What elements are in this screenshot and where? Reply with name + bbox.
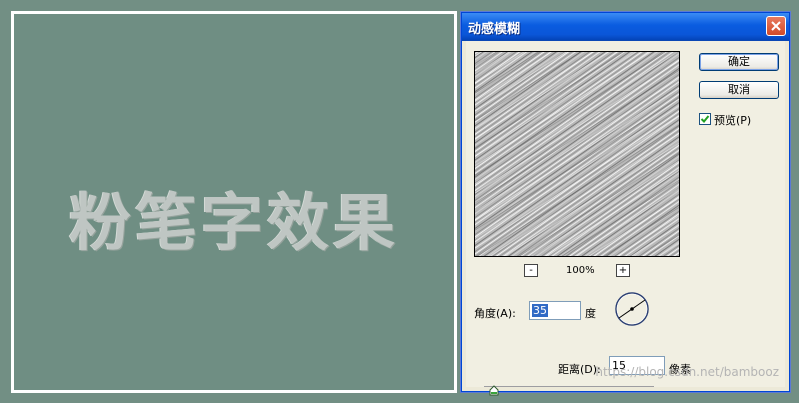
motion-blur-dialog: 动感模糊 - 100% + 确定 取消 预览(P) 角度(A): 35 度 距离…	[461, 12, 790, 396]
zoom-in-button[interactable]: +	[616, 264, 630, 277]
chalk-text: 粉笔字效果	[68, 186, 399, 259]
preview-pane[interactable]	[474, 51, 680, 257]
dialog-title: 动感模糊	[468, 22, 521, 37]
angle-unit: 度	[585, 307, 596, 320]
preview-checkbox-label: 预览(P)	[714, 114, 752, 127]
cancel-button[interactable]: 取消	[699, 81, 779, 99]
zoom-out-button[interactable]: -	[524, 264, 538, 277]
zoom-controls: - 100% +	[524, 264, 634, 280]
distance-slider-track[interactable]	[484, 386, 654, 387]
zoom-level: 100%	[566, 265, 595, 276]
checkmark-icon	[700, 115, 710, 123]
dialog-titlebar[interactable]: 动感模糊	[462, 13, 789, 41]
document-canvas: 粉笔字效果	[11, 11, 457, 393]
close-icon	[771, 21, 781, 31]
slider-thumb-icon	[489, 385, 499, 396]
ok-button[interactable]: 确定	[699, 53, 779, 71]
distance-label: 距离(D):	[558, 363, 601, 376]
angle-label: 角度(A):	[474, 307, 516, 320]
angle-input[interactable]: 35	[529, 301, 581, 320]
close-button[interactable]	[766, 16, 786, 36]
preview-checkbox[interactable]	[699, 113, 711, 125]
angle-dial[interactable]	[614, 291, 650, 331]
watermark-text: https://blog.csdn.net/bambooz	[595, 365, 779, 379]
distance-slider-thumb[interactable]	[489, 381, 499, 400]
angle-dial-icon	[615, 292, 649, 326]
dialog-body: - 100% + 确定 取消 预览(P) 角度(A): 35 度 距离(D): …	[466, 41, 785, 396]
motion-blur-preview-image	[475, 52, 679, 256]
angle-value: 35	[532, 304, 548, 317]
